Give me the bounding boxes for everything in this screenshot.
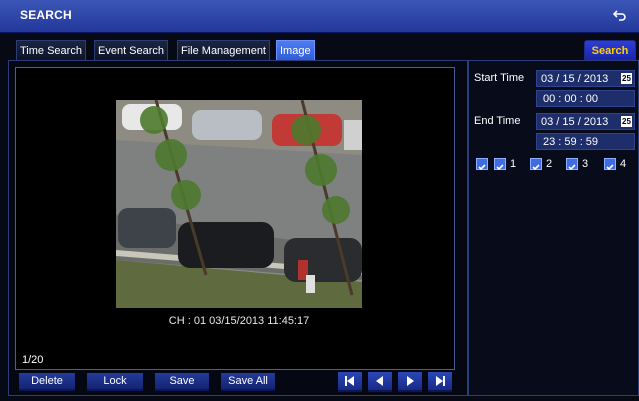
check-icon [606, 164, 614, 171]
save-all-button[interactable]: Save All [221, 373, 275, 391]
tab-bar: Time Search Event Search File Management… [8, 40, 328, 62]
check-icon [568, 164, 576, 171]
back-button[interactable] [610, 6, 628, 24]
lock-button[interactable]: Lock [87, 373, 143, 391]
check-icon [496, 164, 504, 171]
start-date-field[interactable]: 03 / 15 / 2013 25 [536, 70, 635, 87]
title-bar [0, 0, 639, 33]
search-criteria-panel [468, 60, 639, 396]
start-time-label: Start Time [474, 72, 525, 84]
snapshot-caption: CH : 01 03/15/2013 11:45:17 [168, 315, 310, 327]
previous-page-button[interactable] [368, 372, 392, 392]
channel-4-checkbox[interactable] [604, 158, 616, 171]
channel-3-label: 3 [582, 158, 589, 170]
tab-file-management[interactable]: File Management [177, 40, 270, 62]
check-icon [532, 164, 540, 171]
check-icon [478, 164, 486, 171]
tab-time-search[interactable]: Time Search [16, 40, 86, 62]
search-button[interactable]: Search [584, 40, 636, 62]
channel-1-checkbox[interactable] [494, 158, 506, 171]
next-icon [407, 376, 414, 386]
next-page-button[interactable] [398, 372, 422, 392]
channel-2-checkbox[interactable] [530, 158, 542, 171]
end-time-field[interactable]: 23 : 59 : 59 [536, 133, 635, 150]
tab-event-search[interactable]: Event Search [94, 40, 169, 62]
channel-3-checkbox[interactable] [566, 158, 578, 171]
skip-to-first-icon [345, 376, 354, 386]
parking-lot-photo [116, 100, 362, 308]
snapshot-image[interactable] [116, 100, 362, 308]
tab-image[interactable]: Image [276, 40, 315, 62]
first-page-button[interactable] [338, 372, 362, 392]
return-arrow-icon [612, 10, 626, 21]
calendar-icon[interactable]: 25 [621, 73, 632, 84]
last-page-button[interactable] [428, 372, 452, 392]
channel-2-label: 2 [546, 158, 553, 170]
channel-1-label: 1 [510, 158, 517, 170]
skip-to-last-icon [436, 376, 445, 386]
previous-icon [376, 376, 383, 386]
window-title: SEARCH [20, 8, 72, 22]
end-time-label: End Time [474, 115, 521, 127]
channel-all-checkbox[interactable] [476, 158, 488, 171]
delete-button[interactable]: Delete [19, 373, 75, 391]
page-counter: 1/20 [22, 354, 44, 366]
calendar-icon[interactable]: 25 [621, 116, 632, 127]
save-button[interactable]: Save [155, 373, 209, 391]
start-date-value: 03 / 15 / 2013 [541, 73, 609, 85]
channel-4-label: 4 [620, 158, 627, 170]
end-date-field[interactable]: 03 / 15 / 2013 25 [536, 113, 635, 130]
end-date-value: 03 / 15 / 2013 [541, 116, 609, 128]
start-time-field[interactable]: 00 : 00 : 00 [536, 90, 635, 107]
